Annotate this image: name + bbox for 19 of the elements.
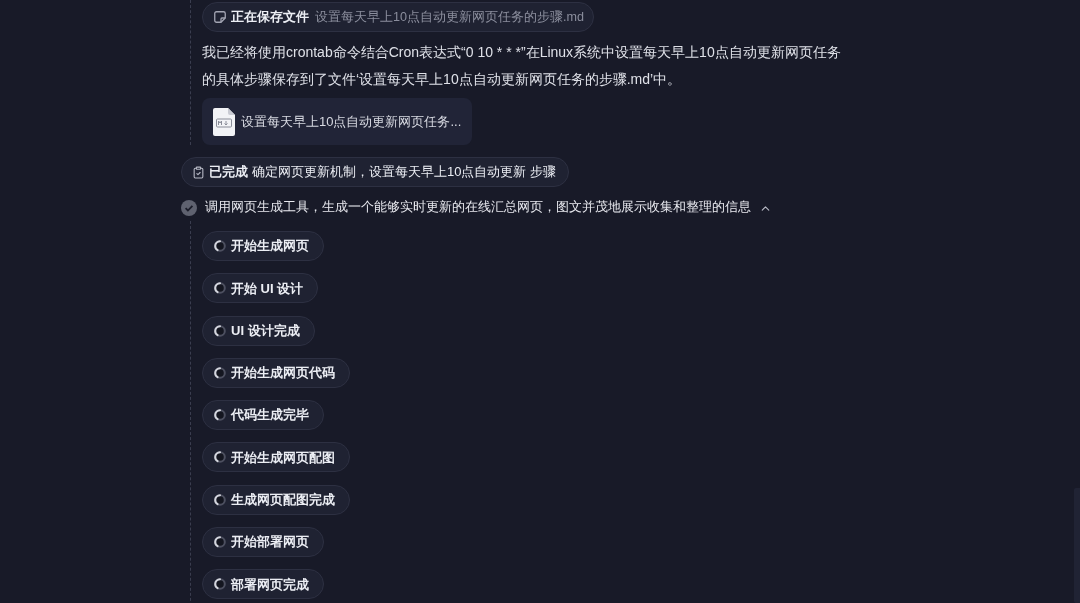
substep-label: 部署网页完成 [231, 575, 309, 594]
substep-label: UI 设计完成 [231, 321, 300, 340]
substep-label: 代码生成完毕 [231, 406, 309, 425]
file-icon [214, 11, 226, 23]
task-text: 确定网页更新机制，设置每天早上10点自动更新 步骤 [252, 163, 557, 182]
substep-label: 生成网页配图完成 [231, 491, 335, 510]
task-status: 已完成 [209, 163, 248, 182]
attachment-name: 设置每天早上10点自动更新网页任务... [241, 112, 462, 131]
substep-label: 开始生成网页代码 [231, 364, 335, 383]
message-text: 我已经将使用crontab命令结合Cron表达式“0 10 * * *”在Linux系统中设置每天早上10点自动更新网页任务的具体步骤保存到了文件‘设置每天早上10点自动更新网页任务的步骤.md’中。 [202, 43, 842, 89]
file-name: 设置每天早上10点自动更新网页任务的步骤.md [315, 8, 584, 26]
substep-label: 开始部署网页 [231, 533, 309, 552]
substep-label: 开始 UI 设计 [231, 279, 304, 298]
substep-label: 开始生成网页 [231, 237, 309, 256]
file-attachment-card[interactable]: 设置每天早上10点自动更新网页任务... [202, 98, 472, 145]
substep-label: 开始生成网页配图 [231, 448, 335, 467]
step-title: 调用网页生成工具，生成一个能够实时更新的在线汇总网页，图文并茂地展示收集和整理的信息 [205, 199, 751, 217]
status-label: 正在保存文件 [231, 8, 309, 27]
clipboard-check-icon [192, 165, 205, 179]
